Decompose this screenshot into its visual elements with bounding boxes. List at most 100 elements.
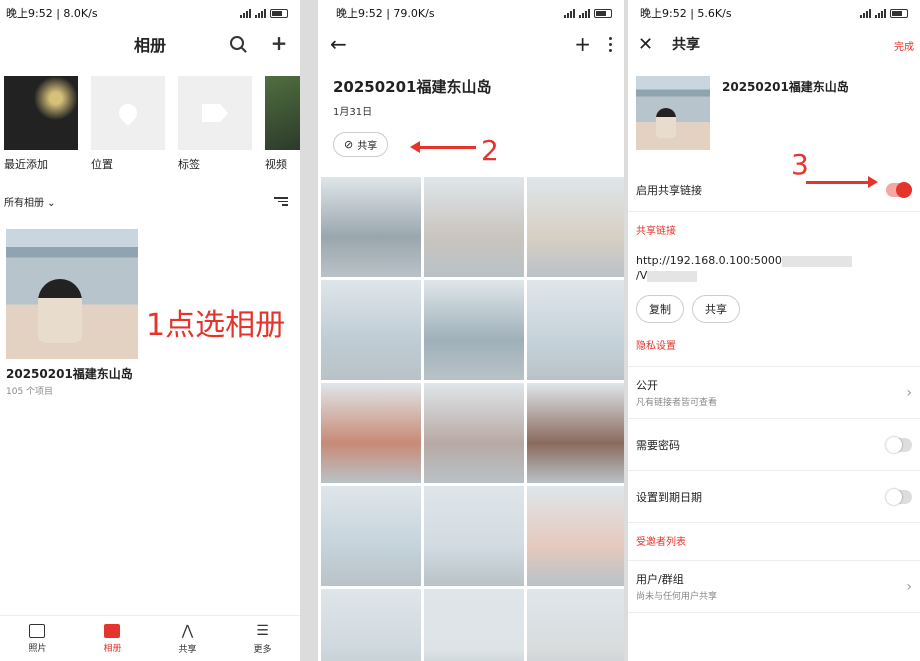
photo-thumbnail[interactable]	[424, 383, 524, 483]
battery-icon	[890, 8, 908, 18]
photo-thumbnail[interactable]	[527, 280, 624, 380]
filter-label: 所有相册	[4, 198, 44, 209]
photo-thumbnail[interactable]	[527, 177, 624, 277]
public-sub: 凡有链接者皆可查看	[636, 398, 718, 408]
password-row: 需要密码	[628, 419, 920, 471]
share-link-url[interactable]: http://192.168.0.100:5000 /V	[628, 237, 920, 283]
search-button[interactable]	[226, 32, 248, 54]
nav-shared[interactable]: ⋀ 共享	[178, 623, 196, 655]
album-video[interactable]: 视频	[265, 76, 300, 172]
section-share-link: 共享链接	[636, 226, 676, 237]
photo-thumbnail[interactable]	[527, 486, 624, 586]
password-toggle[interactable]	[886, 436, 912, 453]
annotation-arrow	[410, 141, 476, 153]
annotation-step-2: 2	[481, 134, 499, 167]
redacted-text	[781, 255, 852, 267]
close-icon[interactable]: ✕	[638, 34, 656, 55]
link-icon: ⊘	[344, 138, 354, 151]
album-label: 视频	[265, 158, 287, 171]
signal-icon	[579, 8, 590, 18]
app-bar: 相册 +	[0, 26, 300, 62]
status-time: 晚上9:52	[6, 7, 53, 20]
album-count: 105 个项目	[6, 387, 54, 397]
annotation-step-3: 3	[791, 148, 809, 181]
album-card[interactable]: 20250201福建东山岛 105 个项目	[6, 229, 138, 397]
share-icon: ⋀	[181, 622, 194, 639]
nav-photos[interactable]: 照片	[28, 623, 47, 654]
album-label: 位置	[91, 158, 113, 171]
nav-albums[interactable]: 相册	[103, 623, 122, 654]
chevron-right-icon: ›	[906, 384, 912, 401]
users-label: 用户/群组	[636, 573, 684, 586]
albums-screen: 晚上9:52 | 8.0K/s 相册 + 最近添加 位置 标签 视频 所有相册 …	[0, 0, 300, 661]
nav-label: 更多	[253, 644, 272, 655]
more-vert-icon[interactable]	[609, 36, 612, 52]
album-thumbnail	[265, 76, 300, 150]
copy-button[interactable]: 复制	[636, 295, 684, 323]
photo-thumbnail[interactable]	[424, 589, 524, 661]
public-row[interactable]: 公开 凡有链接者皆可查看 ›	[628, 367, 920, 419]
public-label: 公开	[636, 379, 658, 392]
status-icons	[860, 8, 908, 18]
album-tags[interactable]: 标签	[178, 76, 252, 172]
app-bar: ← +	[318, 26, 624, 62]
status-icons	[564, 8, 612, 18]
enable-share-link-label: 启用共享链接	[636, 183, 702, 197]
battery-icon	[270, 8, 288, 18]
expiry-row: 设置到期日期	[628, 471, 920, 523]
album-date: 1月31日	[333, 107, 373, 118]
users-sub: 尚未与任何用户共享	[636, 592, 718, 602]
users-groups-row[interactable]: 用户/群组 尚未与任何用户共享 ›	[628, 561, 920, 613]
page-title: 相册	[133, 36, 166, 55]
link-text-line: http://192.168.0.100:5000	[636, 254, 782, 267]
album-thumbnail	[4, 76, 78, 150]
plus-icon: +	[270, 31, 288, 55]
add-button[interactable]: +	[268, 31, 290, 55]
album-icon	[104, 623, 121, 638]
photo-thumbnail[interactable]	[321, 383, 421, 483]
status-time: 晚上9:52	[336, 7, 383, 20]
photo-thumbnail[interactable]	[321, 486, 421, 586]
tag-icon	[202, 104, 228, 122]
done-button[interactable]: 完成	[894, 38, 914, 53]
link-text-line: /V	[636, 269, 648, 282]
sort-icon[interactable]	[274, 197, 288, 206]
photo-thumbnail[interactable]	[424, 280, 524, 380]
photo-thumbnail[interactable]	[321, 589, 421, 661]
page-title: 共享	[672, 37, 700, 53]
share-label: 共享	[357, 141, 378, 152]
photo-thumbnail[interactable]	[321, 280, 421, 380]
album-location[interactable]: 位置	[91, 76, 165, 172]
share-button[interactable]: ⊘ 共享	[333, 132, 389, 157]
photo-thumbnail[interactable]	[424, 486, 524, 586]
filter-row: 所有相册 ⌄	[0, 172, 300, 209]
status-speed: 8.0K/s	[63, 7, 98, 20]
album-thumbnail	[178, 76, 252, 150]
annotation-step-1: 1点选相册	[146, 308, 286, 343]
back-arrow-icon[interactable]: ←	[330, 32, 347, 56]
photo-thumbnail[interactable]	[321, 177, 421, 277]
share-link-button[interactable]: 共享	[692, 295, 740, 323]
album-recent[interactable]: 最近添加	[4, 76, 78, 172]
enable-share-link-toggle[interactable]	[886, 181, 912, 198]
album-filter-dropdown[interactable]: 所有相册 ⌄	[4, 194, 56, 209]
status-bar: 晚上9:52 | 5.6K/s	[628, 0, 920, 26]
photo-thumbnail[interactable]	[527, 589, 624, 661]
photo-grid	[321, 177, 624, 661]
section-invitees: 受邀者列表	[628, 523, 920, 561]
album-name: 20250201福建东山岛	[6, 367, 133, 381]
status-icons	[240, 8, 288, 18]
nav-more[interactable]: ☰ 更多	[253, 623, 271, 655]
expiry-label: 设置到期日期	[636, 490, 702, 504]
photo-thumbnail[interactable]	[424, 177, 524, 277]
add-button[interactable]: +	[574, 32, 591, 56]
status-time: 晚上9:52	[640, 7, 687, 20]
expiry-toggle[interactable]	[886, 488, 912, 505]
album-title: 20250201福建东山岛	[333, 78, 492, 96]
image-icon	[29, 623, 46, 638]
app-bar: ✕ 共享 完成	[628, 26, 920, 62]
password-label: 需要密码	[636, 438, 680, 452]
status-speed: 79.0K/s	[393, 7, 435, 20]
photo-thumbnail[interactable]	[527, 383, 624, 483]
nav-label: 照片	[28, 643, 47, 654]
